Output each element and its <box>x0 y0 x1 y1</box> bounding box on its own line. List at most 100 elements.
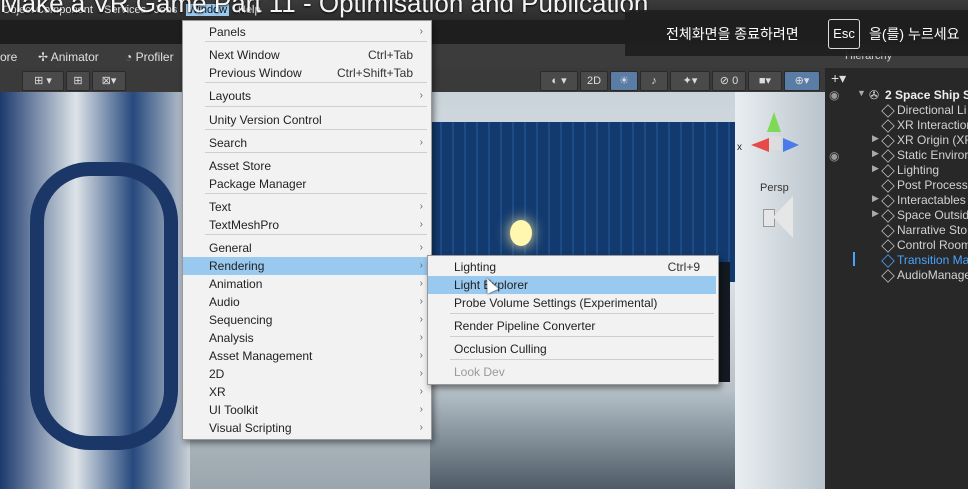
increment-snap-button[interactable]: ⊠▾ <box>92 71 126 91</box>
2d-toggle[interactable]: 2D <box>580 71 608 91</box>
window-menu-item[interactable]: Layouts › <box>183 87 429 105</box>
hierarchy-item[interactable]: ▶ Lighting <box>825 163 968 178</box>
persp-label[interactable]: Persp <box>760 182 789 194</box>
scene-gizmo[interactable]: x <box>737 112 805 172</box>
window-menu-item[interactable]: Rendering › <box>183 257 429 275</box>
hierarchy-item-label: XR Interaction <box>897 118 968 132</box>
window-menu-item[interactable]: Panels › <box>183 23 429 41</box>
gizmo-z-cone <box>783 138 799 152</box>
window-menu-item[interactable]: Package Manager <box>183 175 429 193</box>
lighting-toggle-icon[interactable]: ☀ <box>610 71 638 91</box>
menu-item-label: Previous Window <box>209 66 302 80</box>
window-menu-item[interactable]: Asset Store <box>183 157 429 175</box>
expand-arrow-icon[interactable]: ▼ <box>857 88 866 98</box>
hidden-objects-icon[interactable]: ⊘ 0 <box>712 71 746 91</box>
hierarchy-item[interactable]: XR Interaction <box>825 118 968 133</box>
window-menu-item[interactable]: UI Toolkit › <box>183 401 429 419</box>
tab-profiler[interactable]: ◔ Profiler <box>125 50 174 64</box>
gizmo-y-cone <box>767 112 781 132</box>
rendering-menu-item[interactable]: Occlusion Culling <box>428 340 716 358</box>
submenu-arrow-icon: › <box>419 278 423 289</box>
gizmos-dropdown-icon[interactable]: ⊕▾ <box>784 71 820 91</box>
menu-separator <box>205 193 427 194</box>
menu-separator <box>450 313 714 314</box>
menu-item-label: Panels <box>209 25 246 39</box>
menu-item-label: Text <box>209 200 232 214</box>
gizmo-x-cone <box>751 138 769 152</box>
grid-button[interactable]: ⊞ <box>66 71 90 91</box>
expand-arrow-icon[interactable]: ▶ <box>872 163 879 174</box>
menu-separator <box>205 234 427 235</box>
tab-animator-label: Animator <box>50 50 99 64</box>
rendering-menu-item[interactable]: Light Explorer <box>428 276 716 294</box>
gameobject-icon <box>881 269 895 283</box>
gameobject-icon <box>881 179 895 193</box>
expand-arrow-icon[interactable]: ▶ <box>872 193 879 204</box>
hierarchy-item[interactable]: AudioManage <box>825 268 968 283</box>
submenu-arrow-icon: › <box>419 137 423 148</box>
hierarchy-item[interactable]: ▶ XR Origin (XR <box>825 133 968 148</box>
window-menu-item[interactable]: Animation › <box>183 275 429 293</box>
window-menu-item[interactable]: Unity Version Control <box>183 111 429 129</box>
rendering-menu-item[interactable]: Render Pipeline Converter <box>428 317 716 335</box>
menu-item-label: Audio <box>209 295 240 309</box>
effects-dropdown-icon[interactable]: ✦▾ <box>670 71 710 91</box>
hierarchy-item[interactable]: Control Room <box>825 238 968 253</box>
esc-overlay-before: 전체화면을 종료하려면 <box>666 26 799 42</box>
hierarchy-item[interactable]: ▶ Space Outsid <box>825 208 968 223</box>
tab-animator[interactable]: ✢ Animator <box>38 50 99 64</box>
window-menu-item[interactable]: Analysis › <box>183 329 429 347</box>
window-menu-item[interactable]: Text › <box>183 198 429 216</box>
gameobject-icon <box>881 164 895 178</box>
hierarchy-item-label: AudioManage <box>897 268 968 282</box>
menu-item-label: Next Window <box>209 48 280 62</box>
window-menu-item[interactable]: Next Window Ctrl+Tab <box>183 46 429 64</box>
light-bulb-icon[interactable] <box>510 220 532 246</box>
window-menu-item[interactable]: Visual Scripting › <box>183 419 429 437</box>
hierarchy-item[interactable]: Directional Li <box>825 103 968 118</box>
gameobject-icon <box>881 104 895 118</box>
hierarchy-item[interactable]: ▶ Static Enviror <box>825 148 968 163</box>
rendering-menu-item[interactable]: Lighting Ctrl+9 <box>428 258 716 276</box>
rendering-menu-item[interactable]: Probe Volume Settings (Experimental) <box>428 294 716 312</box>
tab-store[interactable]: ore <box>0 50 17 64</box>
hierarchy-item[interactable]: ▶ Interactables <box>825 193 968 208</box>
window-menu-item[interactable]: TextMeshPro › <box>183 216 429 234</box>
window-menu-item[interactable]: General › <box>183 239 429 257</box>
hierarchy-item[interactable]: Narrative Sto <box>825 223 968 238</box>
submenu-arrow-icon: › <box>419 90 423 101</box>
add-object-icon[interactable]: +▾ <box>831 70 846 87</box>
menu-item-label: Asset Store <box>209 159 272 173</box>
window-menu-item[interactable]: Audio › <box>183 293 429 311</box>
hierarchy-scene-row[interactable]: ◉ ▼ ✇ 2 Space Ship S <box>825 88 968 104</box>
animator-icon: ✢ <box>38 50 51 64</box>
camera-dropdown-icon[interactable]: ■▾ <box>748 71 782 91</box>
window-menu-item[interactable]: Search › <box>183 134 429 152</box>
audio-toggle-icon[interactable]: ♪ <box>640 71 668 91</box>
window-menu-item[interactable]: Previous Window Ctrl+Shift+Tab <box>183 64 429 82</box>
menu-item-label: Search <box>209 136 248 150</box>
submenu-arrow-icon: › <box>419 296 423 307</box>
menu-item-label: TextMeshPro <box>209 218 280 232</box>
hierarchy-item-label: Lighting <box>897 163 940 177</box>
gizmo-x-label: x <box>737 142 742 153</box>
hierarchy-item[interactable]: Transition Ma <box>825 253 968 268</box>
shading-mode-button[interactable]: ◐ ▾ <box>540 71 578 91</box>
menu-item-label: Probe Volume Settings (Experimental) <box>454 296 658 310</box>
fullscreen-exit-overlay: 전체화면을 종료하려면 Esc 을(를) 누르세요 <box>625 10 968 56</box>
expand-arrow-icon[interactable]: ▶ <box>872 148 879 159</box>
window-menu-item[interactable]: XR › <box>183 383 429 401</box>
hierarchy-panel: Hierarchy +▾ ◉ ▼ ✇ 2 Space Ship S ◉ Dire… <box>825 44 968 489</box>
grid-snap-button[interactable]: ⊞ ▾ <box>22 71 64 91</box>
window-menu-item[interactable]: Asset Management › <box>183 347 429 365</box>
window-menu-item[interactable]: Sequencing › <box>183 311 429 329</box>
expand-arrow-icon[interactable]: ▶ <box>872 208 879 219</box>
visibility-eye-icon[interactable]: ◉ <box>829 88 839 102</box>
hierarchy-item[interactable]: Post Process <box>825 178 968 193</box>
submenu-arrow-icon: › <box>419 386 423 397</box>
expand-arrow-icon[interactable]: ▶ <box>872 133 879 144</box>
window-menu-item[interactable]: 2D › <box>183 365 429 383</box>
gameobject-icon <box>881 134 895 148</box>
gameobject-icon <box>881 254 895 268</box>
video-title: Make a VR Game Part 11 - Optimisation an… <box>0 0 649 18</box>
